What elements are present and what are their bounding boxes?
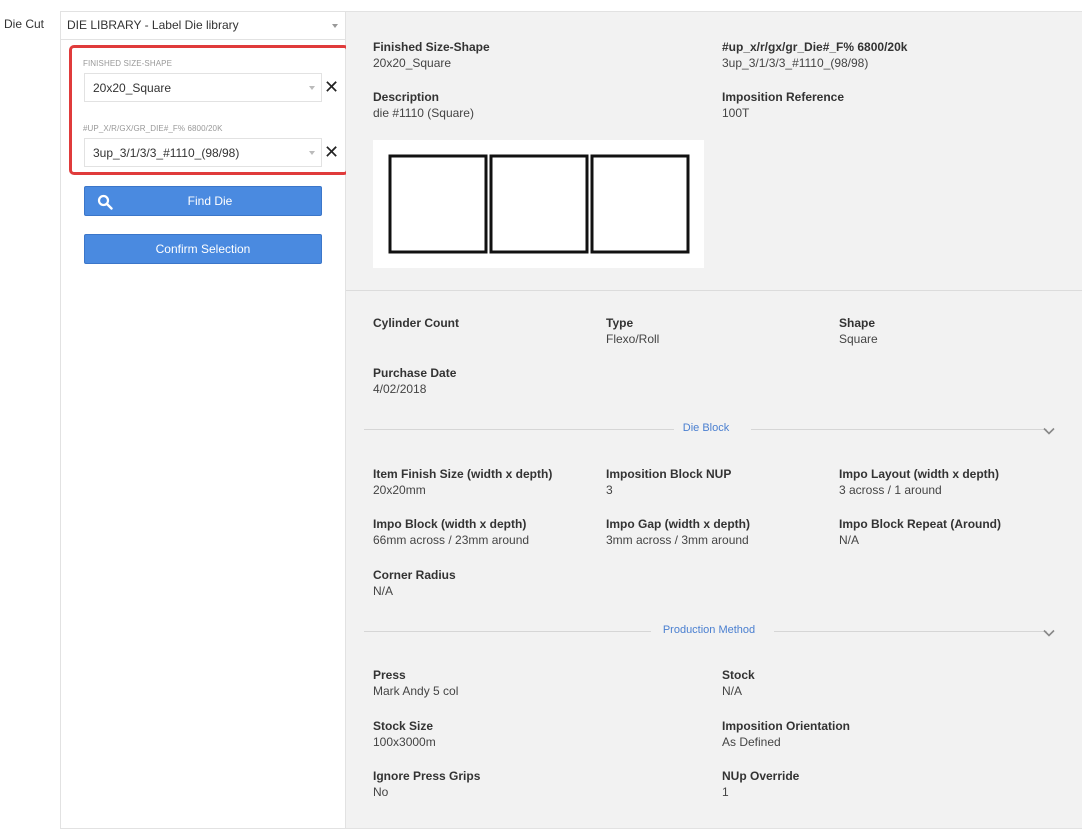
field-value: 100T bbox=[722, 106, 750, 120]
die-square-1 bbox=[388, 154, 488, 254]
corner-radius-field: Corner Radius N/A bbox=[373, 568, 456, 598]
field-value: 1 bbox=[722, 785, 729, 799]
field-value: 3 across / 1 around bbox=[839, 483, 942, 497]
field-label: Impo Layout (width x depth) bbox=[839, 467, 999, 481]
field-label: Item Finish Size (width x depth) bbox=[373, 467, 553, 481]
chevron-down-icon bbox=[309, 151, 315, 155]
die-selector-panel: DIE LIBRARY - Label Die library FINISHED… bbox=[60, 11, 1082, 829]
clear-die-code-icon[interactable]: ✕ bbox=[324, 143, 340, 161]
size-shape-select[interactable]: 20x20_Square bbox=[84, 73, 322, 102]
die-library-select[interactable]: DIE LIBRARY - Label Die library bbox=[61, 12, 346, 40]
die-code-select[interactable]: 3up_3/1/3/3_#1110_(98/98) bbox=[84, 138, 322, 167]
die-square-2 bbox=[489, 154, 589, 254]
stock-field: Stock N/A bbox=[722, 668, 755, 698]
field-label: Type bbox=[606, 316, 634, 330]
imposition-reference-field: Imposition Reference 100T bbox=[722, 90, 844, 120]
impo-layout-field: Impo Layout (width x depth) 3 across / 1… bbox=[839, 467, 999, 497]
die-square-3 bbox=[590, 154, 690, 254]
stock-size-field: Stock Size 100x3000m bbox=[373, 719, 436, 749]
field-value: 20x20_Square bbox=[373, 56, 452, 70]
die-cut-label: Die Cut bbox=[4, 17, 45, 31]
field-value: As Defined bbox=[722, 735, 781, 749]
field-value: No bbox=[373, 785, 389, 799]
section-title: Die Block bbox=[682, 422, 730, 434]
impo-gap-field: Impo Gap (width x depth) 3mm across / 3m… bbox=[606, 517, 750, 547]
field-value: Mark Andy 5 col bbox=[373, 684, 459, 698]
find-die-label: Find Die bbox=[187, 194, 233, 208]
die-code-field: #up_x/r/gx/gr_Die#_F% 6800/20k 3up_3/1/3… bbox=[722, 40, 907, 70]
field-value: Flexo/Roll bbox=[606, 332, 660, 346]
die-code-value: 3up_3/1/3/3_#1110_(98/98) bbox=[93, 146, 240, 160]
find-die-button[interactable]: Find Die bbox=[84, 186, 322, 216]
production-method-section-header[interactable]: Production Method bbox=[364, 624, 1054, 638]
field-value: 20x20mm bbox=[373, 483, 426, 497]
section-title: Production Method bbox=[662, 624, 756, 636]
cylinder-count-field: Cylinder Count bbox=[373, 316, 459, 332]
die-filter-column: DIE LIBRARY - Label Die library FINISHED… bbox=[61, 12, 349, 828]
field-value: N/A bbox=[839, 533, 860, 547]
search-icon bbox=[97, 194, 113, 210]
size-shape-value: 20x20_Square bbox=[93, 81, 172, 95]
impo-block-repeat-field: Impo Block Repeat (Around) N/A bbox=[839, 517, 1001, 547]
field-value: N/A bbox=[373, 584, 394, 598]
field-label: Imposition Block NUP bbox=[606, 467, 732, 481]
chevron-down-icon[interactable] bbox=[1043, 427, 1055, 435]
shape-field: Shape Square bbox=[839, 316, 878, 346]
field-label: Impo Gap (width x depth) bbox=[606, 517, 750, 531]
field-value: N/A bbox=[722, 684, 743, 698]
field-value: 4/02/2018 bbox=[373, 382, 427, 396]
ignore-press-grips-field: Ignore Press Grips No bbox=[373, 769, 480, 799]
field-label: Imposition Reference bbox=[722, 90, 845, 104]
clear-size-shape-icon[interactable]: ✕ bbox=[324, 78, 340, 96]
purchase-date-field: Purchase Date 4/02/2018 bbox=[373, 366, 456, 396]
nup-override-field: NUp Override 1 bbox=[722, 769, 799, 799]
die-block-section-header[interactable]: Die Block bbox=[364, 422, 1054, 436]
die-library-value: DIE LIBRARY - Label Die library bbox=[67, 18, 239, 32]
field-value: Square bbox=[839, 332, 878, 346]
field-label: Stock Size bbox=[373, 719, 434, 733]
press-field: Press Mark Andy 5 col bbox=[373, 668, 458, 698]
die-layout-preview bbox=[373, 140, 704, 268]
die-code-label: #UP_X/R/GX/GR_DIE#_F% 6800/20K bbox=[83, 124, 223, 133]
field-value: 100x3000m bbox=[373, 735, 436, 749]
field-value: 3 bbox=[606, 483, 613, 497]
field-label: Cylinder Count bbox=[373, 316, 459, 330]
field-label: #up_x/r/gx/gr_Die#_F% 6800/20k bbox=[722, 40, 908, 54]
die-details-panel: Finished Size-Shape 20x20_Square #up_x/r… bbox=[346, 12, 1082, 828]
imposition-orientation-field: Imposition Orientation As Defined bbox=[722, 719, 850, 749]
field-label: Stock bbox=[722, 668, 755, 682]
field-label: Description bbox=[373, 90, 440, 104]
field-label: Impo Block Repeat (Around) bbox=[839, 517, 1002, 531]
field-label: Shape bbox=[839, 316, 876, 330]
divider bbox=[346, 290, 1082, 291]
chevron-down-icon bbox=[332, 24, 338, 28]
chevron-down-icon[interactable] bbox=[1043, 629, 1055, 637]
confirm-selection-label: Confirm Selection bbox=[155, 242, 251, 256]
confirm-selection-button[interactable]: Confirm Selection bbox=[84, 234, 322, 264]
item-finish-size-field: Item Finish Size (width x depth) 20x20mm bbox=[373, 467, 552, 497]
field-label: Press bbox=[373, 668, 406, 682]
field-value: die #1110 (Square) bbox=[373, 106, 474, 120]
field-label: Impo Block (width x depth) bbox=[373, 517, 527, 531]
size-shape-label: FINISHED SIZE-SHAPE bbox=[83, 59, 173, 68]
field-value: 3up_3/1/3/3_#1110_(98/98) bbox=[722, 56, 869, 70]
type-field: Type Flexo/Roll bbox=[606, 316, 659, 346]
field-label: Purchase Date bbox=[373, 366, 457, 380]
impo-block-field: Impo Block (width x depth) 66mm across /… bbox=[373, 517, 529, 547]
imposition-block-nup-field: Imposition Block NUP 3 bbox=[606, 467, 731, 497]
field-label: NUp Override bbox=[722, 769, 800, 783]
description-field: Description die #1110 (Square) bbox=[373, 90, 474, 120]
field-label: Finished Size-Shape bbox=[373, 40, 490, 54]
field-value: 66mm across / 23mm around bbox=[373, 533, 530, 547]
field-value: 3mm across / 3mm around bbox=[606, 533, 749, 547]
field-label: Imposition Orientation bbox=[722, 719, 850, 733]
field-label: Corner Radius bbox=[373, 568, 456, 582]
chevron-down-icon bbox=[309, 86, 315, 90]
field-label: Ignore Press Grips bbox=[373, 769, 481, 783]
finished-size-shape-field: Finished Size-Shape 20x20_Square bbox=[373, 40, 490, 70]
